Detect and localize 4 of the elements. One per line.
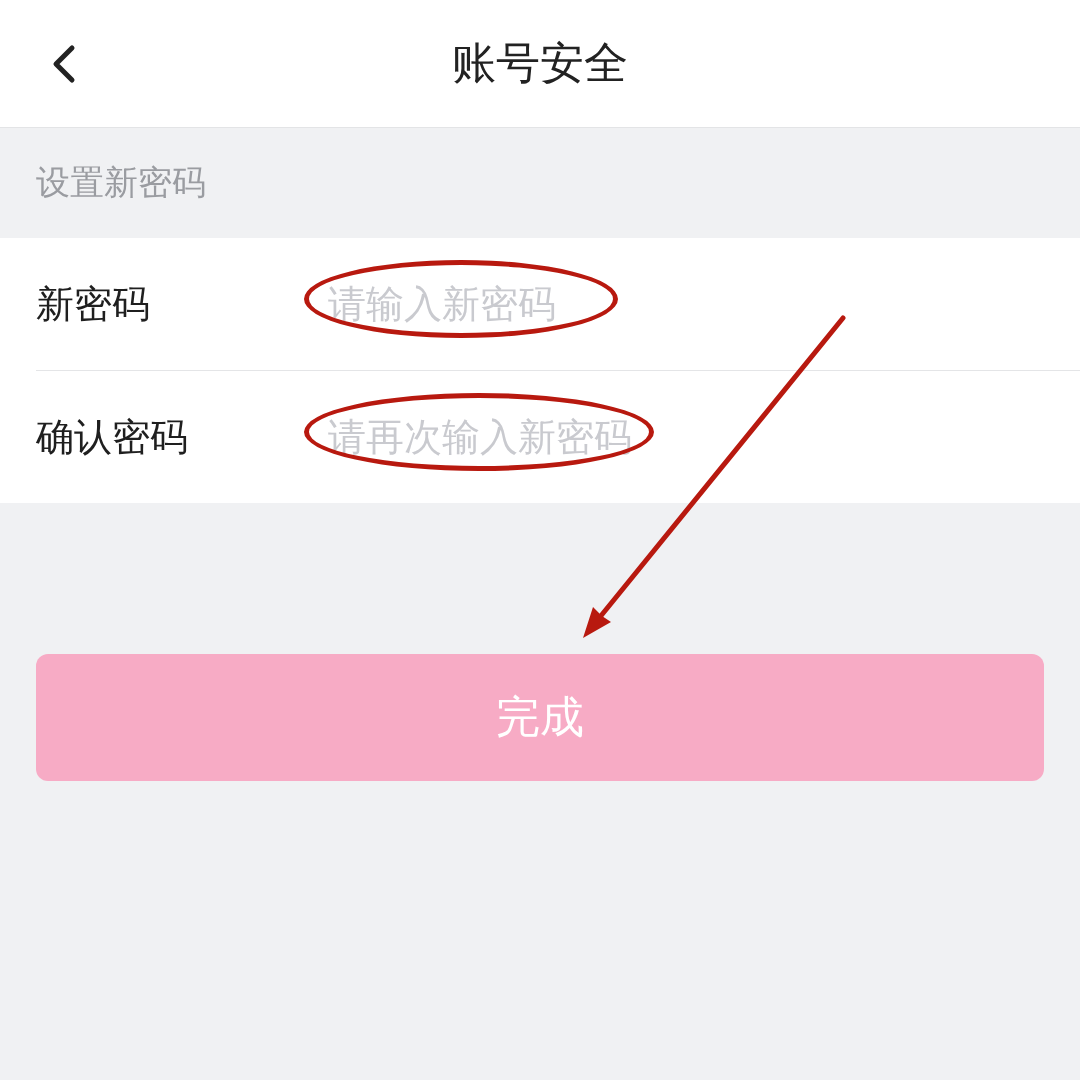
- section-title: 设置新密码: [36, 161, 206, 204]
- page-title: 账号安全: [452, 36, 628, 90]
- field-label: 新密码: [36, 280, 151, 328]
- field-label: 确认密码: [36, 413, 189, 461]
